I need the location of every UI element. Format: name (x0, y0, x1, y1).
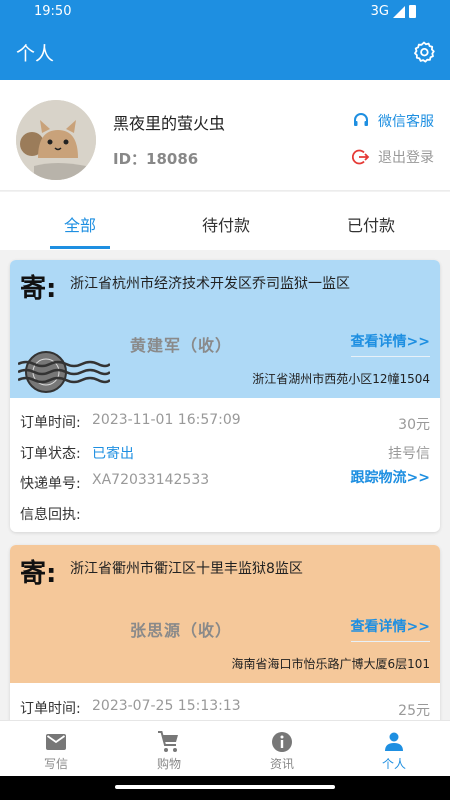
info-icon (272, 732, 292, 752)
tab-unpaid[interactable]: 待付款 (202, 212, 250, 236)
sender-address: 海南省海口市怡乐路广博大厦6层101 (231, 657, 430, 671)
order-price: 25元 (398, 703, 430, 719)
settings-gear-icon[interactable] (412, 40, 436, 64)
status-bar: 19:50 3G (0, 0, 450, 24)
receipt-label: 信息回执: (20, 507, 81, 523)
nav-item-news[interactable]: 资讯 (226, 721, 338, 777)
order-time-label: 订单时间: (20, 415, 81, 431)
avatar[interactable] (16, 100, 96, 180)
nav-item-me[interactable]: 个人 (338, 721, 450, 777)
order-card-header: 寄: 浙江省衢州市衢江区十里丰监狱8监区 张思源（收） 查看详情>> 海南省海口… (10, 545, 440, 683)
nav-item-write[interactable]: 写信 (0, 721, 112, 777)
order-status-label: 订单状态: (20, 446, 81, 462)
order-time-value: 2023-11-01 16:57:09 (92, 412, 241, 428)
recipient-address: 浙江省杭州市经济技术开发区乔司监狱一监区 (70, 276, 350, 292)
nav-label-news: 资讯 (269, 757, 294, 771)
tracking-no-label: 快递单号: (20, 476, 81, 492)
wechat-service-label: 微信客服 (378, 114, 434, 130)
network-label: 3G (370, 4, 389, 19)
postmark-stamp-icon (18, 351, 110, 393)
status-indicators: 3G (371, 4, 416, 19)
order-time-value: 2023-07-25 15:13:13 (92, 698, 241, 714)
order-status-value: 已寄出 (92, 446, 134, 462)
order-card[interactable]: 寄: 浙江省杭州市经济技术开发区乔司监狱一监区 黄建军（收） 查看详情>> 浙江… (10, 260, 440, 532)
order-card[interactable]: 寄: 浙江省衢州市衢江区十里丰监狱8监区 张思源（收） 查看详情>> 海南省海口… (10, 545, 440, 735)
track-logistics-link[interactable]: 跟踪物流>> (351, 467, 430, 487)
sender-address: 浙江省湖州市西苑小区12幢1504 (252, 372, 430, 386)
system-home-bar (0, 776, 450, 800)
view-detail-link[interactable]: 查看详情>> (350, 331, 430, 357)
tracking-no-value: XA72033142533 (92, 472, 210, 488)
page-title: 个人 (16, 43, 55, 65)
app-bar: 个人 (0, 24, 450, 80)
order-price: 30元 (398, 417, 430, 433)
logout-icon (352, 149, 370, 165)
mail-icon (46, 734, 66, 750)
bottom-nav: 写信 购物 资讯 个人 (0, 720, 450, 776)
active-tab-indicator (50, 246, 110, 249)
nav-label-shop: 购物 (156, 757, 181, 771)
user-id: ID：18086 (113, 150, 199, 168)
nav-item-shop[interactable]: 购物 (113, 721, 225, 777)
person-icon (385, 732, 403, 751)
headset-icon (354, 113, 368, 126)
order-tabs: 全部 待付款 已付款 (0, 192, 450, 250)
wechat-service-button[interactable]: 微信客服 (352, 111, 434, 131)
send-label: 寄: (20, 559, 57, 589)
order-card-header: 寄: 浙江省杭州市经济技术开发区乔司监狱一监区 黄建军（收） 查看详情>> 浙江… (10, 260, 440, 398)
cat-avatar-icon (16, 100, 96, 180)
view-detail-link[interactable]: 查看详情>> (350, 616, 430, 642)
screen: 19:50 3G 个人 黑夜里的萤火虫 ID：18086 微信客服 退出登录 全… (0, 0, 450, 800)
logout-button[interactable]: 退出登录 (352, 147, 434, 167)
recipient-address: 浙江省衢州市衢江区十里丰监狱8监区 (70, 561, 303, 577)
mail-type: 挂号信 (388, 446, 430, 462)
recipient-name: 张思源（收） (130, 621, 233, 640)
nav-label-write: 写信 (43, 757, 68, 771)
tab-paid[interactable]: 已付款 (347, 212, 395, 236)
logout-label: 退出登录 (378, 150, 434, 166)
profile-section: 黑夜里的萤火虫 ID：18086 微信客服 退出登录 (0, 80, 450, 191)
send-label: 寄: (20, 274, 57, 304)
tab-all[interactable]: 全部 (64, 212, 96, 236)
battery-icon (409, 5, 416, 18)
recipient-name: 黄建军（收） (130, 336, 233, 355)
order-time-label: 订单时间: (20, 701, 81, 717)
nav-label-me: 个人 (381, 757, 406, 771)
status-time: 19:50 (34, 4, 72, 19)
home-indicator[interactable] (115, 785, 335, 789)
signal-icon (393, 5, 405, 18)
cart-icon (158, 731, 178, 752)
nickname: 黑夜里的萤火虫 (113, 114, 226, 133)
